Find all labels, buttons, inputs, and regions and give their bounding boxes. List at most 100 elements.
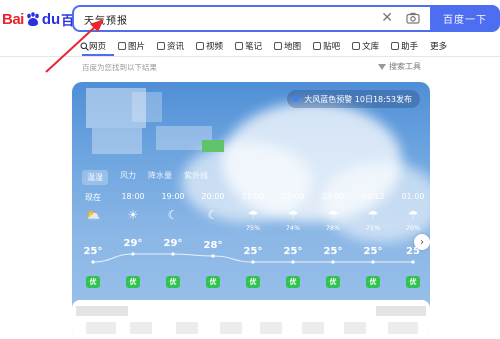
aqi-badge: 优 (126, 276, 140, 288)
filter-icon (378, 63, 386, 70)
tab-label: 助手 (401, 42, 419, 52)
sun-icon: ☀ (127, 208, 139, 222)
tab-video[interactable]: 视频 (196, 38, 223, 54)
rain-icon: ☂ 74% (285, 208, 301, 232)
hour-temperature: 29° (163, 238, 183, 249)
aqi-badge: 优 (286, 276, 300, 288)
tab-label: 地图 (284, 42, 302, 52)
video-icon (196, 42, 205, 50)
hour-time-label: 01:00 (401, 192, 425, 201)
tab-news[interactable]: 资讯 (157, 38, 184, 54)
subtab-temp[interactable]: 温湿 (82, 170, 108, 185)
image-icon (118, 42, 127, 50)
scroll-next-button[interactable]: › (414, 234, 430, 250)
blurred-block (388, 322, 418, 334)
search-icon (80, 42, 89, 51)
blurred-block (344, 322, 366, 334)
rain-icon: ☂ 75% (245, 208, 261, 232)
moon-icon: ☾ (207, 208, 219, 222)
hour-time-label: 22:00 (281, 192, 305, 201)
search-button[interactable]: 百度一下 (430, 5, 500, 32)
tab-docs[interactable]: 文库 (352, 38, 379, 54)
weather-alert-badge[interactable]: 大风蓝色预警 10日18:53发布 (287, 90, 420, 108)
partly-sunny-icon: ⛅ (85, 208, 101, 222)
paw-icon (27, 12, 39, 26)
camera-icon[interactable] (406, 12, 420, 24)
tab-label: 贴吧 (323, 42, 341, 52)
mosaic-block (92, 128, 142, 154)
tab-label: 笔记 (245, 42, 263, 52)
tab-label: 资讯 (167, 42, 185, 52)
hour-temperature: 25° (363, 246, 383, 257)
moon-icon: ☾ (167, 208, 179, 222)
hourly-times: 现在 18:00 19:00 20:00 21:00 22:00 23:00 09/12 01:… (82, 192, 425, 202)
tab-map[interactable]: 地图 (274, 38, 301, 54)
page: { "logo": {"left": "Bai", "right": "du",… (0, 0, 500, 339)
hour-temperature: 25° (243, 246, 263, 257)
weather-subtabs: 温湿 风力 降水量 紫外线 (82, 170, 220, 185)
rain-icon: ☂ 78% (325, 208, 341, 232)
tab-notes[interactable]: 笔记 (235, 38, 262, 54)
search-tools-button[interactable]: 搜索工具 (378, 61, 421, 72)
blurred-block (76, 306, 128, 316)
hourly-icons: ⛅ ☀ ☾ ☾ ☂ 75% ☂ 74% ☂ 78% ☂ 71% ☂ 70% (82, 208, 421, 232)
logo-text-bai: Bai (2, 10, 24, 28)
tab-label: 网页 (89, 42, 107, 52)
tab-images[interactable]: 图片 (118, 38, 145, 54)
aqi-badge: 优 (206, 276, 220, 288)
hour-time-label: 20:00 (201, 192, 225, 201)
search-input[interactable]: 天气预报 ✕ (72, 5, 430, 32)
aqi-badge: 优 (326, 276, 340, 288)
tab-label: 图片 (128, 42, 146, 52)
aqi-badge: 优 (86, 276, 100, 288)
alert-text: 大风蓝色预警 10日18:53发布 (304, 94, 412, 104)
weather-lower-panel (72, 300, 430, 339)
tab-divider (0, 56, 500, 57)
subtab-uv[interactable]: 紫外线 (184, 170, 208, 185)
logo-text-du: du (41, 10, 61, 28)
aqi-badge: 优 (366, 276, 380, 288)
blurred-block (130, 322, 152, 334)
note-icon (235, 42, 244, 50)
tab-label: 文库 (362, 42, 380, 52)
blurred-block (176, 322, 198, 334)
hour-temperature: 28° (203, 240, 223, 251)
tab-more[interactable]: 更多 (430, 38, 447, 54)
hourly-temps: 25° 29° 29° 28° 25° 25° 25° 25° 25 (82, 236, 420, 266)
blurred-block (376, 306, 426, 316)
hour-time-label: 18:00 (121, 192, 145, 201)
tab-web[interactable]: 网页 (80, 38, 106, 54)
aqi-badge: 优 (246, 276, 260, 288)
assistant-icon (391, 42, 400, 50)
blurred-block (260, 322, 282, 334)
mosaic-block (132, 92, 162, 122)
rain-icon: ☂ 70% (405, 208, 421, 232)
hour-time-label: 23:00 (321, 192, 345, 201)
hour-time-label: 21:00 (241, 192, 265, 201)
tab-tieba[interactable]: 贴吧 (313, 38, 340, 54)
alert-dot-icon (293, 96, 300, 102)
search-query[interactable]: 天气预报 (84, 12, 128, 27)
hour-temperature: 25° (283, 246, 303, 257)
search-tools-label: 搜索工具 (389, 62, 421, 71)
subtab-wind[interactable]: 风力 (120, 170, 136, 185)
blurred-block (86, 322, 116, 334)
hour-temperature: 25° (323, 246, 343, 257)
hour-time-label: 19:00 (161, 192, 185, 201)
aqi-badge: 优 (406, 276, 420, 288)
blurred-block (302, 322, 324, 334)
tab-assistant[interactable]: 助手 (391, 38, 418, 54)
tab-label: 视频 (206, 42, 224, 52)
weather-card[interactable]: 大风蓝色预警 10日18:53发布 温湿 风力 降水量 紫外线 现在 18:00 1… (72, 82, 430, 339)
blurred-block (220, 322, 242, 334)
aqi-badge: 优 (166, 276, 180, 288)
map-icon (274, 42, 283, 50)
clear-icon[interactable]: ✕ (381, 10, 393, 26)
news-icon (157, 42, 166, 50)
search-tabs: 网页 图片 资讯 视频 笔记 地图 贴吧 文库 助手 更多 (80, 38, 500, 54)
result-info: 百度为您找到以下结果 (82, 63, 157, 72)
hour-temperature: 29° (123, 238, 143, 249)
subtab-precip[interactable]: 降水量 (148, 170, 172, 185)
tieba-icon (313, 42, 322, 50)
tab-label: 更多 (430, 42, 448, 52)
